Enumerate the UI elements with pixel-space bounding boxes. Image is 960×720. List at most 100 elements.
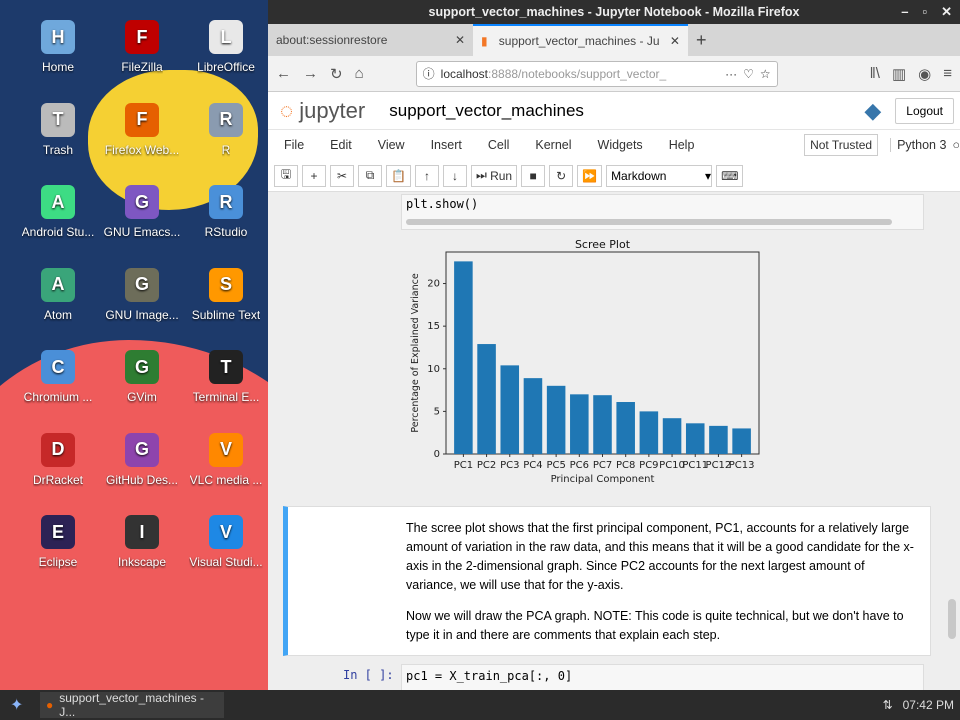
move-down-icon[interactable]: ↓ bbox=[442, 164, 467, 187]
fast-forward-icon[interactable]: ⏩ bbox=[577, 164, 603, 187]
copy-icon[interactable]: ⧉ bbox=[358, 164, 382, 187]
desktop-icon-label: Firefox Web... bbox=[104, 142, 180, 157]
paste-icon[interactable]: 📋 bbox=[386, 164, 411, 187]
jupyter-logo[interactable]: ◌ jupyter bbox=[280, 98, 365, 124]
desktop-icon-label: GNU Emacs... bbox=[103, 225, 181, 239]
info-icon[interactable]: ⓘ bbox=[423, 65, 435, 82]
menu-kernel[interactable]: Kernel bbox=[535, 138, 571, 152]
vertical-scrollbar[interactable] bbox=[948, 599, 956, 639]
horizontal-scrollbar[interactable] bbox=[406, 219, 892, 225]
cell-type-select[interactable]: Markdown ▾ bbox=[606, 164, 713, 187]
desktop-icon[interactable]: G GVim bbox=[100, 350, 184, 433]
y-tick-label: 0 bbox=[434, 449, 440, 460]
account-icon[interactable]: ◉ bbox=[918, 65, 931, 83]
keyboard-icon[interactable]: ⌨ bbox=[716, 164, 744, 187]
nav-bar: ← → ↻ ⌂ ⓘ localhost:8888/notebooks/support_v… bbox=[268, 56, 960, 92]
desktop-icon-label: GVim bbox=[127, 390, 157, 404]
stop-icon[interactable]: ■ bbox=[521, 164, 546, 187]
run-button[interactable]: ⏭ Run bbox=[470, 164, 518, 187]
menu-icon[interactable]: ≡ bbox=[943, 65, 952, 82]
maximize-icon[interactable]: ▫ bbox=[922, 4, 927, 20]
reload-icon[interactable]: ↻ bbox=[330, 65, 343, 83]
notebook-area: plt.show() PC1 PC2 PC3 PC4 PC5 PC6 PC7 PC8 PC9 PC… bbox=[268, 194, 960, 690]
network-icon[interactable]: ⇅ bbox=[883, 698, 893, 712]
desktop-icon[interactable]: V Visual Studi... bbox=[184, 515, 268, 598]
desktop-icon[interactable]: A Android Stu... bbox=[16, 185, 100, 268]
logout-button[interactable]: Logout bbox=[895, 97, 954, 124]
desktop-icon[interactable]: G GitHub Des... bbox=[100, 432, 184, 516]
bar-pc5 bbox=[546, 385, 566, 454]
close-tab-icon[interactable]: ✕ bbox=[455, 33, 465, 47]
bookmark-star-icon[interactable]: ☆ bbox=[760, 67, 771, 81]
home-icon[interactable]: ⌂ bbox=[355, 65, 364, 82]
desktop-icon[interactable]: I Inkscape bbox=[100, 515, 184, 598]
pocket-icon[interactable]: ♡ bbox=[743, 67, 754, 81]
close-tab-icon[interactable]: ✕ bbox=[670, 34, 680, 48]
bar-pc13 bbox=[732, 428, 751, 454]
menu-cell[interactable]: Cell bbox=[488, 138, 510, 152]
desktop-icon[interactable]: S Sublime Text bbox=[184, 267, 268, 351]
desktop-icon[interactable]: T Terminal E... bbox=[184, 350, 268, 433]
save-icon[interactable]: 🖫 bbox=[274, 164, 298, 187]
forward-icon[interactable]: → bbox=[303, 65, 318, 82]
desktop-icon[interactable]: R RStudio bbox=[184, 185, 268, 268]
code-cell[interactable]: pc1 = X_train_pca[:, 0] bbox=[401, 664, 924, 690]
menu-widgets[interactable]: Widgets bbox=[598, 138, 643, 152]
y-tick-label: 15 bbox=[427, 321, 440, 332]
back-icon[interactable]: ← bbox=[276, 65, 291, 82]
x-tick-label: PC10 bbox=[659, 460, 685, 471]
more-icon[interactable]: ··· bbox=[725, 67, 737, 81]
restart-icon[interactable]: ↻ bbox=[549, 164, 574, 187]
library-icon[interactable]: ‖\ bbox=[870, 65, 880, 82]
markdown-cell[interactable]: The scree plot shows that the first prin… bbox=[283, 506, 931, 656]
menu-help[interactable]: Help bbox=[669, 138, 695, 152]
url-bar[interactable]: ⓘ localhost:8888/notebooks/support_vector… bbox=[415, 60, 778, 87]
desktop-icon[interactable]: G GNU Image... bbox=[100, 267, 184, 351]
move-up-icon[interactable]: ↑ bbox=[414, 164, 439, 187]
bar-pc4 bbox=[523, 378, 543, 454]
desktop-icon[interactable]: H Home bbox=[16, 20, 100, 103]
minimize-icon[interactable]: – bbox=[901, 4, 908, 20]
desktop-icon[interactable]: E Eclipse bbox=[16, 515, 100, 598]
menu-file[interactable]: File bbox=[284, 138, 304, 152]
desktop-icon[interactable]: C Chromium ... bbox=[16, 350, 100, 433]
desktop-icon[interactable]: F Firefox Web... bbox=[100, 102, 184, 186]
desktop-icon[interactable]: RR bbox=[184, 102, 268, 186]
taskbar-item-firefox[interactable]: ● support_vector_machines - J... bbox=[40, 691, 224, 719]
desktop-icon[interactable]: L LibreOffice bbox=[184, 20, 268, 103]
notebook-icon: ▮ bbox=[481, 34, 488, 48]
close-icon[interactable]: ✕ bbox=[941, 4, 952, 20]
menu-insert[interactable]: Insert bbox=[431, 138, 462, 152]
menu-edit[interactable]: Edit bbox=[330, 138, 352, 152]
python-logo-icon: ◆ bbox=[864, 97, 882, 123]
menu-view[interactable]: View bbox=[378, 138, 405, 152]
desktop-icon[interactable]: V VLC media ... bbox=[184, 432, 268, 516]
desktop-icon[interactable]: A Atom bbox=[16, 267, 100, 351]
desktop-icon[interactable]: T Trash bbox=[16, 102, 100, 186]
start-menu-icon[interactable]: ✦ bbox=[10, 695, 23, 715]
url-host: localhost bbox=[440, 66, 489, 81]
sidebar-icon[interactable]: ▥ bbox=[892, 65, 906, 83]
desktop-icon-label: GitHub Des... bbox=[105, 472, 179, 487]
tab-sessionrestore[interactable]: about:sessionrestore ✕ bbox=[268, 24, 473, 56]
terminal-icon: T bbox=[209, 350, 243, 384]
cut-icon[interactable]: ✂ bbox=[330, 164, 354, 187]
bar-pc12 bbox=[709, 425, 728, 454]
desktop-icon[interactable]: F FileZilla bbox=[100, 20, 184, 103]
new-tab-button[interactable]: + bbox=[688, 24, 718, 56]
filezilla-icon: F bbox=[125, 20, 159, 54]
bar-pc8 bbox=[616, 402, 635, 454]
code-text: plt.show() bbox=[406, 197, 479, 211]
desktop-icon[interactable]: G GNU Emacs... bbox=[100, 185, 184, 268]
not-trusted-button[interactable]: Not Trusted bbox=[804, 134, 879, 156]
notebook-name[interactable]: support_vector_machines bbox=[389, 101, 584, 121]
desktop-icon-label: Visual Studi... bbox=[189, 555, 263, 569]
run-label: Run bbox=[490, 168, 513, 183]
task-label: support_vector_machines - J... bbox=[59, 691, 204, 719]
add-cell-icon[interactable]: + bbox=[302, 164, 326, 187]
desktop-icon[interactable]: D DrRacket bbox=[16, 432, 100, 516]
tab-notebook[interactable]: ▮ support_vector_machines - Ju ✕ bbox=[473, 24, 688, 56]
eclipse-icon: E bbox=[41, 515, 75, 549]
code-cell[interactable]: plt.show() bbox=[401, 194, 924, 230]
desktop-icons: H Home F FileZilla L LibreOffice T Trash F Firefo… bbox=[0, 20, 268, 598]
